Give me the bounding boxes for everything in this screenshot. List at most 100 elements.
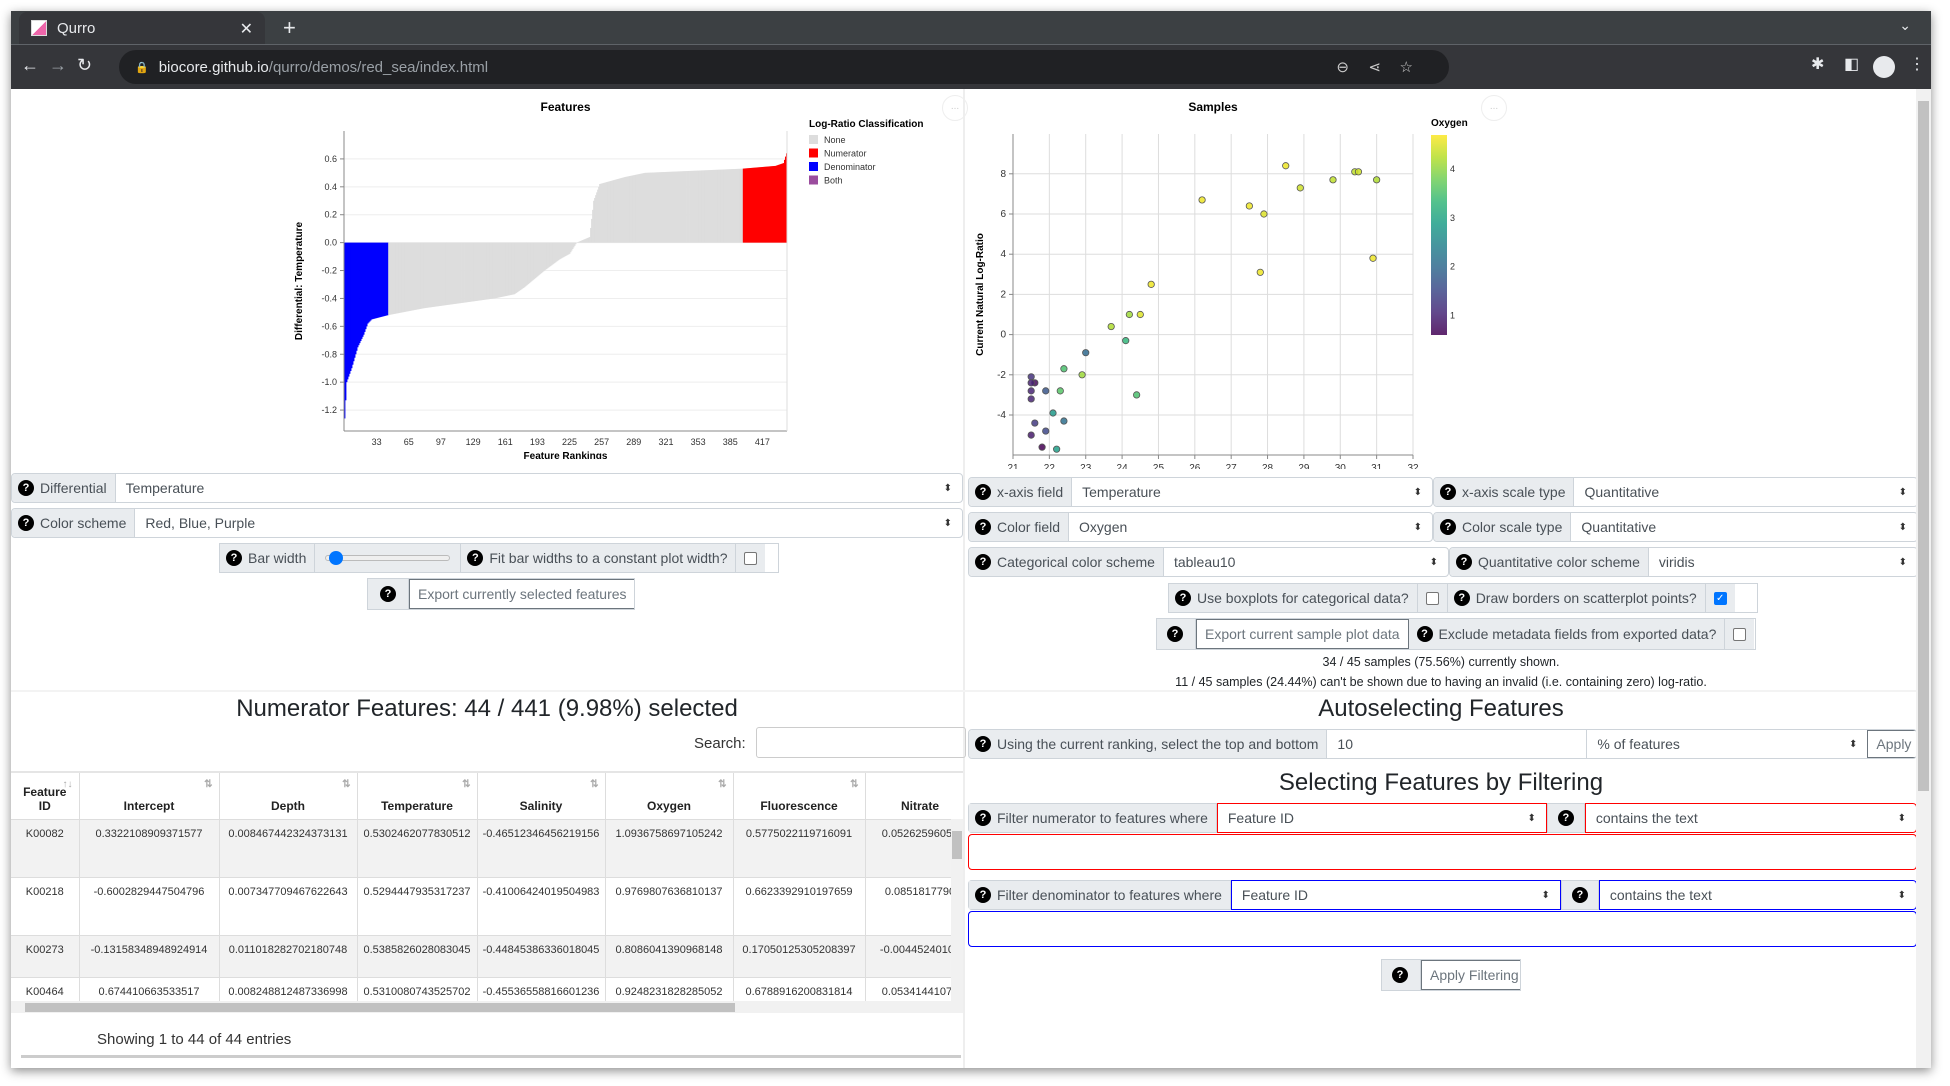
forward-icon[interactable]: →	[49, 55, 67, 76]
help-icon[interactable]: ?	[975, 810, 991, 826]
help-icon[interactable]: ?	[975, 887, 991, 903]
quant-scheme-select[interactable]: viridis ⬍	[1649, 548, 1917, 576]
column-header[interactable]: Fluorescence ⇅	[733, 773, 866, 819]
extensions-icon[interactable]: ✱	[1811, 54, 1824, 74]
help-icon[interactable]: ?	[1175, 590, 1191, 606]
bar-width-slider[interactable]	[315, 544, 462, 572]
autoselect-unit-select[interactable]: % of features ⬍	[1587, 730, 1867, 758]
table-row[interactable]: K00273 -0.13158348948924914 0.011018282702…	[11, 934, 963, 977]
page-scroll-thumb[interactable]	[1918, 101, 1929, 791]
color-scale-select[interactable]: Quantitative ⬍	[1571, 513, 1917, 541]
x-axis-field-select[interactable]: Temperature ⬍	[1072, 478, 1432, 506]
column-header[interactable]: Depth ⇅	[219, 773, 358, 819]
sort-icon[interactable]: ⇅	[462, 779, 470, 790]
sort-icon[interactable]: ⇅	[590, 779, 598, 790]
boxplots-checkbox[interactable]	[1425, 591, 1439, 605]
reload-icon[interactable]: ↻	[77, 55, 92, 76]
sort-icon[interactable]: ⇅	[204, 779, 212, 790]
table-cell: -0.6002829447504796	[79, 876, 220, 935]
tab-qurro[interactable]: Qurro ✕	[19, 12, 265, 44]
help-icon[interactable]: ?	[975, 736, 991, 752]
table-vscrollbar[interactable]	[951, 819, 963, 1001]
boxplots-label-text: Use boxplots for categorical data?	[1197, 590, 1409, 606]
autoselect-number-input[interactable]: 10	[1327, 730, 1588, 758]
help-icon[interactable]: ?	[975, 484, 991, 500]
help-icon[interactable]: ?	[1440, 484, 1456, 500]
help-icon[interactable]: ?	[1453, 590, 1470, 606]
tab-search-chevron-icon[interactable]: ⌄	[1899, 17, 1911, 34]
column-header[interactable]: Temperature ⇅	[357, 773, 478, 819]
sort-icon[interactable]: ⇅	[342, 779, 350, 790]
column-header[interactable]: Intercept ⇅	[79, 773, 220, 819]
exclude-meta-checkbox[interactable]	[1733, 627, 1747, 641]
help-icon[interactable]: ?	[1167, 626, 1183, 642]
bookmark-star-icon[interactable]: ☆	[1400, 58, 1413, 76]
borders-checkbox[interactable]: ✓	[1713, 591, 1727, 605]
select-arrows-icon: ⬍	[1897, 889, 1906, 901]
column-header[interactable]: Oxygen ⇅	[605, 773, 734, 819]
apply-filtering-button[interactable]: Apply Filtering	[1421, 960, 1520, 990]
help-icon[interactable]: ?	[1456, 554, 1472, 570]
denominator-filter-text[interactable]	[968, 911, 1917, 947]
table-hscroll-thumb[interactable]	[25, 1003, 735, 1012]
table-hscrollbar[interactable]	[11, 1001, 963, 1013]
samples-plot-menu-button[interactable]: ...	[1481, 95, 1507, 121]
denominator-field-select[interactable]: Feature ID ⬍	[1230, 880, 1561, 910]
fit-bar-widths-checkbox[interactable]	[744, 551, 758, 565]
profile-avatar-icon[interactable]	[1873, 56, 1895, 78]
help-icon[interactable]: ?	[380, 586, 396, 602]
zoom-out-icon[interactable]: ⊖	[1336, 58, 1349, 76]
search-input[interactable]	[756, 727, 966, 758]
numerator-filter-text[interactable]	[968, 834, 1917, 870]
help-icon[interactable]: ?	[1571, 887, 1588, 903]
help-icon[interactable]: ?	[975, 519, 991, 535]
sort-icon[interactable]: ⇅	[718, 779, 726, 790]
sort-icon[interactable]: ↑↓	[63, 779, 73, 790]
help-icon[interactable]: ?	[1440, 519, 1456, 535]
browser-menu-icon[interactable]: ⋮	[1909, 54, 1925, 74]
export-features-button[interactable]: Export currently selected features	[409, 579, 634, 609]
help-icon[interactable]: ?	[975, 554, 991, 570]
close-tab-icon[interactable]: ✕	[240, 19, 253, 39]
select-arrows-icon: ⬍	[1527, 812, 1536, 824]
page-scrollbar[interactable]	[1916, 89, 1931, 1068]
x-axis-scale-select[interactable]: Quantitative ⬍	[1574, 478, 1917, 506]
help-icon[interactable]: ?	[18, 480, 34, 496]
numerator-op-select[interactable]: contains the text ⬍	[1584, 803, 1917, 833]
slider-thumb[interactable]	[328, 551, 343, 565]
differential-select[interactable]: Temperature ⬍	[116, 474, 962, 502]
table-row[interactable]: K00082 0.3322108909371577 0.00846744232437…	[11, 818, 963, 877]
x-tick-label: 225	[562, 437, 577, 447]
autoselect-apply-button[interactable]: Apply	[1867, 730, 1916, 758]
categorical-scheme-select[interactable]: tableau10 ⬍	[1164, 548, 1448, 576]
help-icon[interactable]: ?	[467, 550, 484, 566]
new-tab-icon[interactable]: +	[283, 15, 296, 41]
help-icon[interactable]: ?	[1416, 626, 1433, 642]
table-vscroll-thumb[interactable]	[952, 831, 962, 859]
color-field-select[interactable]: Oxygen ⬍	[1069, 513, 1432, 541]
help-icon[interactable]: ?	[1392, 967, 1408, 983]
help-icon[interactable]: ?	[18, 515, 34, 531]
browser-window: Qurro ✕ + ⌄ ← → ↻ 🔒 biocore.github.io/qu…	[11, 11, 1931, 1068]
help-icon[interactable]: ?	[1557, 810, 1574, 826]
address-bar[interactable]: 🔒 biocore.github.io/qurro/demos/red_sea/…	[119, 50, 1449, 84]
help-icon[interactable]: ?	[226, 550, 242, 566]
tab-bar: Qurro ✕ + ⌄	[11, 11, 1931, 44]
features-chart[interactable]: Features 0.6 0.4 0.2 0.0 -0.2 -0.4 -0.6 -0.8 -1.0…	[271, 89, 971, 459]
denominator-op-select[interactable]: contains the text ⬍	[1598, 880, 1917, 910]
samples-chart[interactable]: Samples21 22 23 24 25 26 27 28 29 30 31 3286420-2-4…	[966, 89, 1526, 469]
column-header[interactable]: Nitrate	[865, 773, 963, 819]
back-icon[interactable]: ←	[21, 55, 39, 76]
export-samples-button[interactable]: Export current sample plot data	[1196, 619, 1409, 649]
table-row[interactable]: K00218 -0.6002829447504796 0.0073477094676…	[11, 876, 963, 935]
column-header[interactable]: Salinity ⇅	[477, 773, 606, 819]
column-header[interactable]: Feature ID ↑↓	[11, 773, 80, 819]
column-header-label: Intercept	[123, 798, 175, 813]
numerator-field-select[interactable]: Feature ID ⬍	[1216, 803, 1547, 833]
sort-icon[interactable]: ⇅	[850, 779, 858, 790]
share-icon[interactable]: ⋖	[1368, 58, 1381, 76]
features-plot-menu-button[interactable]: ...	[942, 95, 968, 121]
sample-point	[1049, 409, 1057, 417]
color-scheme-select[interactable]: Red, Blue, Purple ⬍	[135, 509, 962, 537]
side-panel-icon[interactable]: ◧	[1844, 54, 1859, 74]
